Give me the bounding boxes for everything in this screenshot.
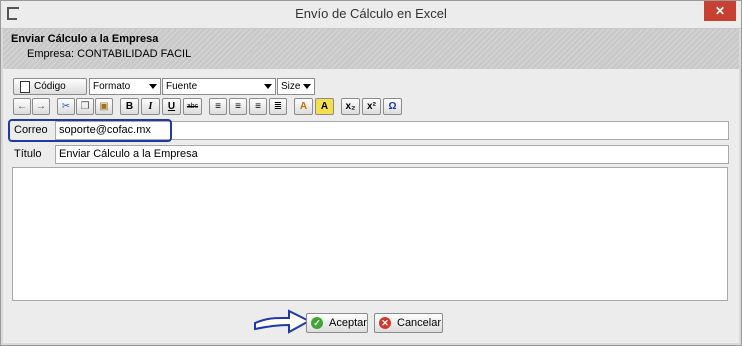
subscript-button[interactable]: x₂ — [341, 98, 360, 115]
align-left-icon: ≡ — [215, 101, 221, 112]
align-right-icon: ≡ — [255, 101, 261, 112]
subject-field[interactable]: Enviar Cálculo a la Empresa — [55, 145, 729, 164]
chevron-down-icon — [303, 84, 311, 89]
italic-button[interactable]: I — [141, 98, 160, 115]
align-right-button[interactable]: ≡ — [249, 98, 267, 115]
code-button-label: Código — [34, 81, 66, 92]
redo-icon: → — [36, 101, 46, 112]
text-color-button[interactable]: A — [294, 98, 313, 115]
cancel-button-label: Cancelar — [397, 317, 442, 329]
chevron-down-icon — [149, 84, 157, 89]
format-select[interactable]: Formato — [89, 78, 161, 95]
accept-button[interactable]: ✓ Aceptar — [306, 313, 368, 333]
highlight-color-icon: A — [320, 101, 329, 112]
copy-button[interactable]: ❐ — [76, 98, 94, 115]
cut-button[interactable]: ✂ — [57, 98, 75, 115]
close-button[interactable]: ✕ — [704, 1, 736, 21]
title-bar: Envío de Cálculo en Excel ✕ — [1, 1, 741, 29]
text-color-icon: A — [299, 101, 308, 112]
body-panel: Código Formato Fuente Size ← → ✂ ❐ ▣ B I… — [3, 69, 739, 343]
underline-button[interactable]: U — [162, 98, 181, 115]
checkmark-icon: ✓ — [311, 317, 323, 329]
strikethrough-button[interactable]: abc — [183, 98, 202, 115]
special-character-button[interactable]: Ω — [383, 98, 402, 115]
code-button[interactable]: Código — [13, 78, 87, 95]
align-center-button[interactable]: ≡ — [229, 98, 247, 115]
email-dialog: Envío de Cálculo en Excel ✕ Enviar Cálcu… — [0, 0, 742, 346]
align-center-icon: ≡ — [235, 101, 241, 112]
window-title: Envío de Cálculo en Excel — [295, 6, 447, 21]
bold-button[interactable]: B — [120, 98, 139, 115]
scissors-icon: ✂ — [61, 101, 71, 112]
header-title: Enviar Cálculo a la Empresa — [11, 33, 159, 45]
header-subtitle: Empresa: CONTABILIDAD FACIL — [27, 48, 192, 60]
paste-button[interactable]: ▣ — [95, 98, 113, 115]
cancel-button[interactable]: ✕ Cancelar — [374, 313, 443, 333]
format-select-value: Formato — [93, 81, 131, 92]
undo-button[interactable]: ← — [13, 98, 31, 115]
justify-icon: ≣ — [273, 101, 283, 112]
size-select-value: Size — [281, 81, 301, 92]
font-select-value: Fuente — [166, 81, 198, 92]
size-select[interactable]: Size — [277, 78, 315, 95]
accept-button-label: Aceptar — [329, 317, 367, 329]
paste-icon: ▣ — [99, 101, 109, 112]
cancel-icon: ✕ — [379, 317, 391, 329]
superscript-button[interactable]: x² — [362, 98, 381, 115]
copy-icon: ❐ — [80, 101, 90, 112]
message-editor[interactable] — [12, 167, 728, 301]
undo-icon: ← — [17, 101, 27, 112]
header-panel: Enviar Cálculo a la Empresa Empresa: CON… — [3, 29, 739, 70]
font-select[interactable]: Fuente — [162, 78, 276, 95]
background-color-button[interactable]: A — [315, 98, 334, 115]
redo-button[interactable]: → — [32, 98, 50, 115]
align-left-button[interactable]: ≡ — [209, 98, 227, 115]
subject-label: Título — [14, 148, 42, 160]
justify-button[interactable]: ≣ — [269, 98, 287, 115]
focus-highlight — [8, 119, 172, 142]
pointer-arrow-icon — [254, 309, 312, 334]
document-icon — [20, 81, 30, 93]
chevron-down-icon — [264, 84, 272, 89]
